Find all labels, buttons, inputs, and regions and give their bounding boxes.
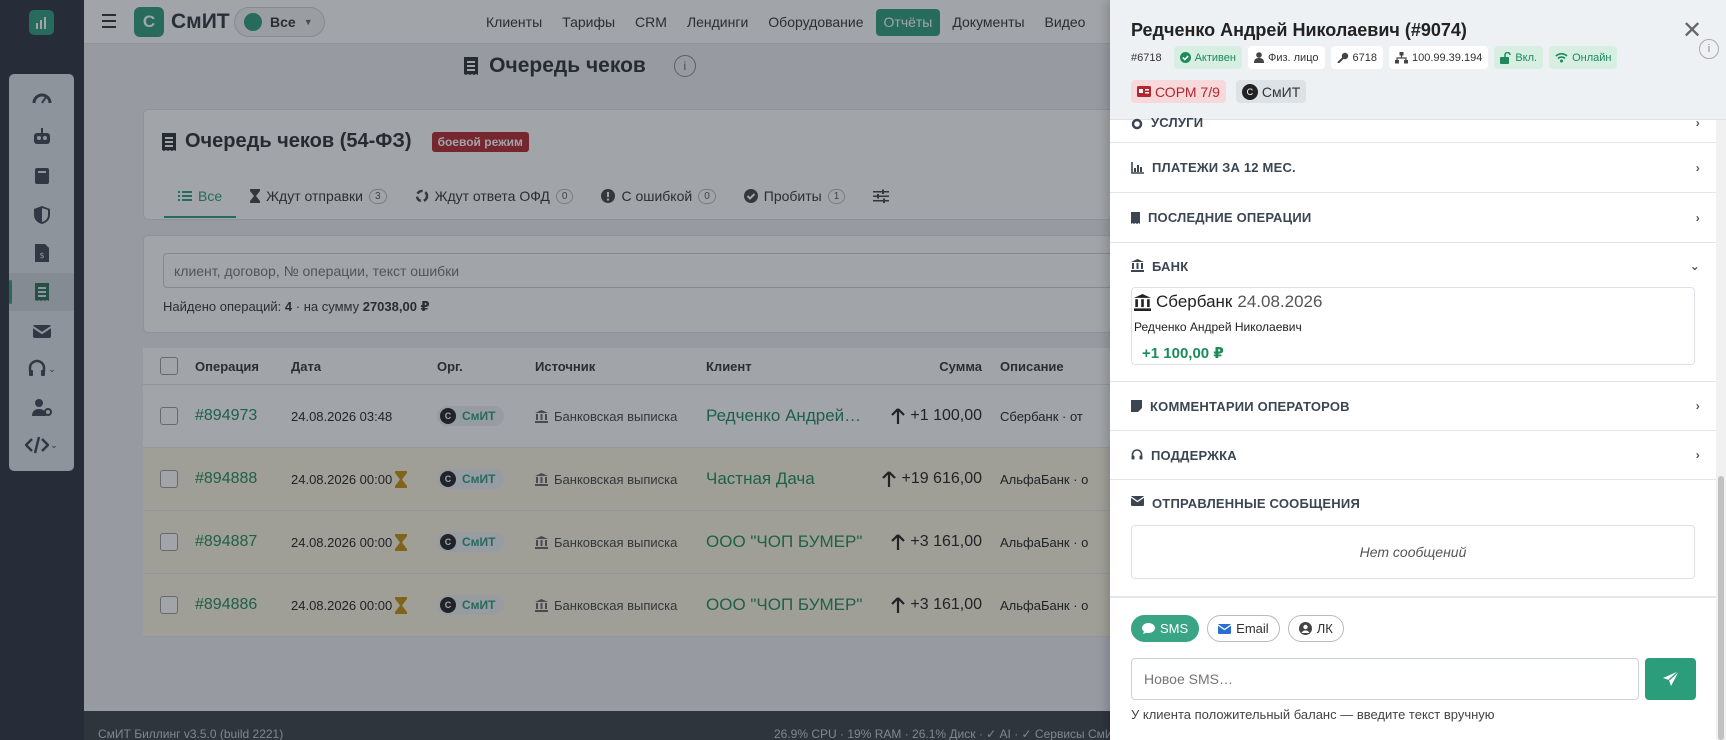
close-icon[interactable]: ✕ xyxy=(1682,16,1702,45)
section-title: БАНК xyxy=(1152,259,1189,274)
channel-label: Email xyxy=(1236,621,1269,636)
org-name: СмИТ xyxy=(1261,83,1301,100)
scrollbar-thumb[interactable] xyxy=(1718,476,1724,740)
org-badge: С СмИТ xyxy=(1235,80,1307,103)
paper-plane-icon xyxy=(1662,670,1680,688)
receipt-icon xyxy=(1131,211,1140,224)
bank-icon xyxy=(1134,293,1151,311)
channel-selector: SMS Email ЛК xyxy=(1131,615,1344,642)
sorm-value: СОРМ 7/9 xyxy=(1155,83,1220,100)
envelope-icon xyxy=(1131,496,1144,506)
lock-value: Вкл. xyxy=(1515,51,1538,64)
key-value: 6718 xyxy=(1352,51,1377,64)
client-id: #6718 xyxy=(1131,51,1162,64)
client-type-badge: Физ. лицо xyxy=(1247,46,1325,69)
composer-hint: У клиента положительный баланс — введите… xyxy=(1131,707,1495,722)
chevron-right-icon: › xyxy=(1695,116,1700,130)
sorm-badge: СОРМ 7/9 xyxy=(1131,80,1226,103)
send-button[interactable] xyxy=(1645,658,1696,700)
network-icon xyxy=(1394,51,1408,64)
no-messages-placeholder: Нет сообщений xyxy=(1131,525,1695,579)
key-icon xyxy=(1336,52,1349,63)
chat-bubble-icon xyxy=(1142,622,1155,635)
drawer-scrollbar[interactable] xyxy=(1716,120,1726,740)
ip-value: 100.99.39.194 xyxy=(1411,51,1483,64)
online-value: Онлайн xyxy=(1572,51,1612,64)
ip-badge: 100.99.39.194 xyxy=(1388,46,1489,69)
lock-badge: Вкл. xyxy=(1494,46,1544,69)
bank-date: 24.08.2026 xyxy=(1237,292,1323,311)
drawer-header: Редченко Андрей Николаевич (#9074) ✕ i #… xyxy=(1110,0,1726,120)
chevron-down-icon: ⌄ xyxy=(1689,259,1700,273)
user-circle-icon xyxy=(1298,622,1312,635)
section-title: ПОДДЕРЖКА xyxy=(1151,447,1237,463)
channel-label: ЛК xyxy=(1316,621,1333,636)
section-payments[interactable]: ПЛАТЕЖИ ЗА 12 МЕС. › xyxy=(1110,143,1716,193)
drawer-title: Редченко Андрей Николаевич (#9074) xyxy=(1131,20,1467,40)
gear-icon xyxy=(1131,118,1143,130)
chevron-right-icon: › xyxy=(1695,448,1700,462)
status-text: Активен xyxy=(1194,51,1236,64)
wifi-icon xyxy=(1555,52,1568,63)
bank-name: Сбербанк xyxy=(1156,292,1233,311)
section-title: ПОСЛЕДНИЕ ОПЕРАЦИИ xyxy=(1148,210,1312,225)
message-input[interactable] xyxy=(1131,658,1639,700)
person-icon xyxy=(1253,52,1264,63)
section-services[interactable]: УСЛУГИ › xyxy=(1110,110,1716,143)
section-title: КОММЕНТАРИИ ОПЕРАТОРОВ xyxy=(1150,398,1350,414)
chevron-right-icon: › xyxy=(1695,160,1700,175)
unlock-icon xyxy=(1500,51,1512,64)
sticky-note-icon xyxy=(1131,400,1142,412)
headset-icon xyxy=(1131,449,1143,461)
section-comments[interactable]: КОММЕНТАРИИ ОПЕРАТОРОВ › xyxy=(1110,382,1716,431)
envelope-icon xyxy=(1218,623,1232,634)
id-card-icon xyxy=(1137,86,1151,97)
bank-amount: +1 100,00 ₽ xyxy=(1142,345,1224,362)
section-support[interactable]: ПОДДЕРЖКА › xyxy=(1110,431,1716,480)
check-circle-icon xyxy=(1179,52,1191,63)
channel-cabinet[interactable]: ЛК xyxy=(1287,615,1344,642)
bank-payment-header: Сбербанк 24.08.2026 xyxy=(1134,292,1322,312)
section-title: ОТПРАВЛЕННЫЕ СООБЩЕНИЯ xyxy=(1152,496,1360,511)
channel-email[interactable]: Email xyxy=(1207,615,1280,642)
org-mark: С xyxy=(1241,83,1258,100)
section-operations[interactable]: ПОСЛЕДНИЕ ОПЕРАЦИИ › xyxy=(1110,193,1716,243)
modal-backdrop[interactable] xyxy=(0,0,1110,740)
client-type: Физ. лицо xyxy=(1267,51,1319,64)
section-title: ПЛАТЕЖИ ЗА 12 МЕС. xyxy=(1152,160,1296,175)
chevron-right-icon: › xyxy=(1695,210,1700,225)
client-meta-2: СОРМ 7/9 С СмИТ xyxy=(1131,80,1307,103)
status-badge: Активен xyxy=(1173,46,1242,69)
section-title: УСЛУГИ xyxy=(1151,115,1204,130)
channel-label: SMS xyxy=(1160,621,1189,636)
bank-icon xyxy=(1131,259,1144,272)
bank-payment-card[interactable]: Сбербанк 24.08.2026 Редченко Андрей Нико… xyxy=(1131,287,1695,365)
info-icon[interactable]: i xyxy=(1699,39,1719,59)
key-badge: 6718 xyxy=(1330,46,1383,69)
client-drawer: Редченко Андрей Николаевич (#9074) ✕ i #… xyxy=(1110,0,1726,740)
chart-icon xyxy=(1131,161,1144,174)
channel-sms[interactable]: SMS xyxy=(1131,615,1200,642)
chevron-right-icon: › xyxy=(1695,399,1700,413)
message-composer: SMS Email ЛК У клиента положительный бал… xyxy=(1110,597,1716,740)
client-meta: #6718 Активен Физ. лицо 6718 100.99.39.1… xyxy=(1131,46,1618,69)
bank-payer: Редченко Андрей Николаевич xyxy=(1134,320,1302,334)
online-badge: Онлайн xyxy=(1549,46,1618,69)
